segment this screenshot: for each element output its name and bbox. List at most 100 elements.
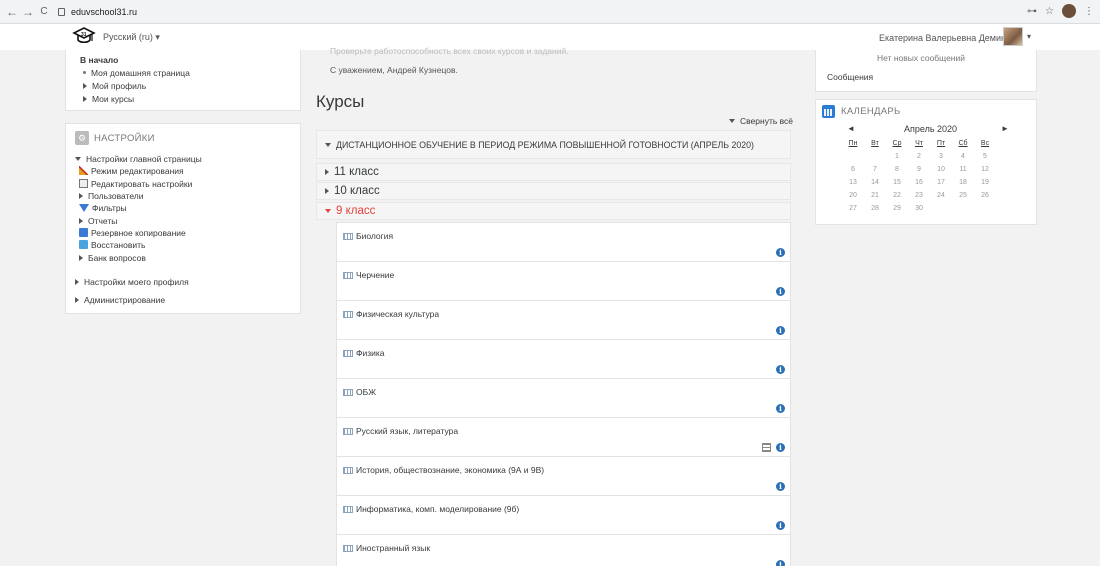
course-link[interactable]: История, обществознание, экономика (9А и… [343,465,544,475]
profile-avatar-icon[interactable] [1062,4,1076,18]
course-item[interactable]: Русский язык, литература i [336,417,791,457]
calendar-day[interactable]: 6 [842,163,864,176]
info-icon[interactable]: i [776,404,785,413]
info-icon[interactable]: i [776,248,785,257]
course-item[interactable]: Физика i [336,339,791,379]
calendar-day[interactable]: 15 [886,176,908,189]
language-menu[interactable]: Русский (ru) ▾ [103,32,160,43]
calendar-day[interactable]: 1 [886,150,908,163]
administration-item[interactable]: Администрирование [75,295,165,305]
info-icon[interactable]: i [776,443,785,452]
calendar-day[interactable]: 17 [930,176,952,189]
calendar-day[interactable]: 4 [952,150,974,163]
front-page-settings[interactable]: Настройки главной страницы [75,154,202,164]
course-link[interactable]: Черчение [343,270,394,280]
course-item[interactable]: История, обществознание, экономика (9А и… [336,456,791,496]
course-item[interactable]: Физическая культура i [336,300,791,340]
calendar-day[interactable]: 27 [842,202,864,215]
course-item[interactable]: Иностранный язык i [336,534,791,566]
filters-link[interactable]: Фильтры [79,203,127,213]
edit-mode-link[interactable]: Режим редактирования [79,166,184,176]
browser-menu-icon[interactable]: ⋮ [1084,6,1094,17]
nav-home-link[interactable]: В начало [80,55,118,65]
calendar-day[interactable]: 7 [864,163,886,176]
users-item[interactable]: Пользователи [79,191,143,201]
course-item[interactable]: Биология i [336,222,791,262]
reports-item[interactable]: Отчеты [79,216,117,226]
restore-link[interactable]: Восстановить [79,240,145,250]
calendar-month[interactable]: Апрель 2020 [904,124,957,134]
nav-item-dashboard[interactable]: Моя домашняя страница [83,68,190,78]
calendar-day[interactable]: 2 [908,150,930,163]
info-icon[interactable]: i [776,287,785,296]
calendar-day[interactable]: 29 [886,202,908,215]
course-link[interactable]: Русский язык, литература [343,426,458,436]
calendar-day[interactable]: 18 [952,176,974,189]
user-avatar[interactable] [1003,27,1023,46]
course-link[interactable]: Физика [343,348,385,358]
lock-icon [58,7,65,16]
user-name[interactable]: Екатерина Валерьевна Демина [879,33,1011,43]
calendar-next-button[interactable]: ► [1001,124,1009,133]
info-icon[interactable]: i [776,482,785,491]
forward-button[interactable]: → [20,5,36,19]
calendar-day[interactable]: 22 [886,189,908,202]
calendar-day[interactable]: 30 [908,202,930,215]
course-link[interactable]: Информатика, комп. моделирование (9б) [343,504,519,514]
course-item[interactable]: Информатика, комп. моделирование (9б) i [336,495,791,535]
backup-link[interactable]: Резервное копирование [79,228,186,238]
course-link[interactable]: Биология [343,231,393,241]
calendar-day[interactable]: 14 [864,176,886,189]
calendar-day[interactable]: 19 [974,176,996,189]
bookmark-star-icon[interactable]: ☆ [1045,6,1054,17]
expand-arrow-icon [83,96,87,102]
course-link[interactable]: Физическая культура [343,309,439,319]
nav-item-profile[interactable]: Мой профиль [83,81,146,91]
calendar-prev-button[interactable]: ◄ [847,124,855,133]
category-distance-learning[interactable]: ДИСТАНЦИОННОЕ ОБУЧЕНИЕ В ПЕРИОД РЕЖИМА П… [316,130,791,159]
collapse-all-link[interactable]: Свернуть всё [729,116,793,126]
reload-button[interactable]: C [36,6,52,17]
messages-link[interactable]: Сообщения [827,72,873,82]
calendar-day[interactable]: 26 [974,189,996,202]
address-bar[interactable]: eduvschool31.ru [58,7,137,17]
course-link[interactable]: ОБЖ [343,387,376,397]
my-profile-settings[interactable]: Настройки моего профиля [75,277,189,287]
school-logo-icon[interactable]: 31 [72,26,96,46]
user-menu-caret-icon[interactable]: ▾ [1027,32,1031,41]
subcategory-10[interactable]: 10 класс [316,182,791,200]
edit-settings-link[interactable]: Редактировать настройки [79,179,192,189]
calendar-day[interactable]: 10 [930,163,952,176]
calendar-day[interactable]: 24 [930,189,952,202]
question-bank-item[interactable]: Банк вопросов [79,253,146,263]
key-icon[interactable]: ⊶ [1027,6,1037,17]
course-link[interactable]: Иностранный язык [343,543,430,553]
info-icon[interactable]: i [776,560,785,566]
calendar-day[interactable]: 8 [886,163,908,176]
calendar-day[interactable]: 16 [908,176,930,189]
calendar-day[interactable]: 25 [952,189,974,202]
course-summary-icon[interactable] [762,443,771,452]
info-icon[interactable]: i [776,521,785,530]
calendar-day[interactable]: 28 [864,202,886,215]
back-button[interactable]: ← [4,5,20,19]
calendar-day[interactable]: 9 [908,163,930,176]
calendar-day[interactable]: 11 [952,163,974,176]
nav-item-label: Моя домашняя страница [91,68,190,78]
subcategory-11[interactable]: 11 класс [316,163,791,181]
info-icon[interactable]: i [776,326,785,335]
calendar-day[interactable]: 3 [930,150,952,163]
calendar-day[interactable]: 21 [864,189,886,202]
calendar-day[interactable]: 12 [974,163,996,176]
subcategory-9[interactable]: 9 класс [316,202,791,220]
calendar-day[interactable]: 23 [908,189,930,202]
nav-item-my-courses[interactable]: Мои курсы [83,94,134,104]
course-item[interactable]: ОБЖ i [336,378,791,418]
calendar-day[interactable]: 5 [974,150,996,163]
calendar-day[interactable]: 20 [842,189,864,202]
info-icon[interactable]: i [776,365,785,374]
expand-arrow-icon [79,255,83,261]
course-item[interactable]: Черчение i [336,261,791,301]
course-icon [343,310,353,318]
calendar-day[interactable]: 13 [842,176,864,189]
